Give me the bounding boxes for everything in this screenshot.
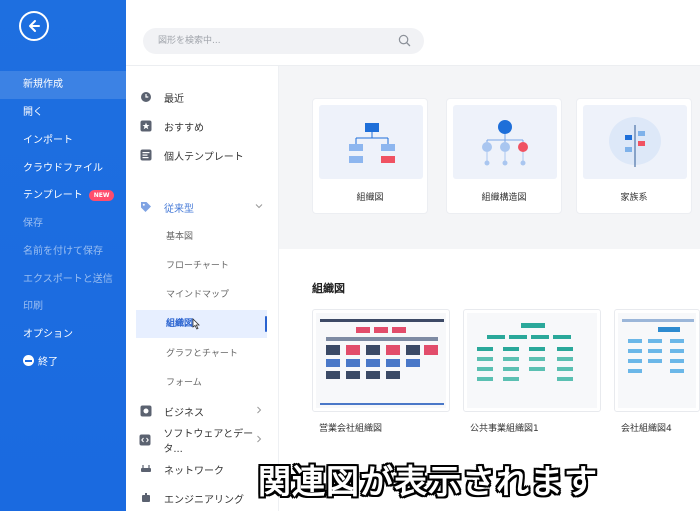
category-recommended[interactable]: おすすめ — [136, 113, 267, 139]
sidebar-item[interactable]: エクスポートと送信 — [0, 266, 126, 294]
sidebar-item-label: クラウドファイル — [23, 163, 103, 174]
category-label: おすすめ — [164, 122, 204, 134]
template-thumbnail — [618, 313, 696, 408]
template-card-sales[interactable] — [312, 309, 450, 412]
org-chart-thumbnail — [319, 105, 423, 179]
sidebar-item-label: オプション — [23, 329, 73, 340]
sidebar-item-label: 終了 — [38, 357, 58, 368]
left-sidebar: 新規作成開くインポートクラウドファイル テンプレート NEW 保存名前を付けて保存 エク… — [0, 0, 126, 511]
card-label: 家族系 — [620, 193, 648, 203]
sidebar-item-label: 保存 — [23, 218, 43, 229]
video-caption: 関連図が表示されます — [258, 462, 598, 501]
sidebar-item[interactable]: オプション — [0, 321, 126, 349]
clock-icon — [139, 91, 152, 104]
search-input[interactable] — [143, 28, 383, 54]
chevron-right-icon — [257, 435, 262, 443]
subcategory-item[interactable]: フォーム — [136, 369, 267, 397]
minus-circle-icon — [23, 355, 34, 366]
quick-card-org-structure[interactable]: 組織構造図 — [446, 98, 562, 214]
quick-start-area: 組織図 組織構造図 家族系 — [279, 66, 700, 248]
template-thumbnail — [467, 313, 597, 408]
chevron-right-icon — [257, 406, 262, 414]
sidebar-item[interactable]: 印刷 — [0, 293, 126, 321]
sidebar-item-label: テンプレート — [23, 190, 83, 201]
template-label: 営業会社組織図 — [319, 424, 383, 434]
subcategory-item[interactable]: グラフとチャート — [136, 340, 267, 368]
new-badge: NEW — [88, 189, 115, 201]
sidebar-item-label: インポート — [23, 135, 73, 146]
sidebar-item-label: 名前を付けて保存 — [23, 246, 103, 257]
category-label: 最近 — [164, 93, 184, 105]
template-thumbnail — [316, 313, 446, 408]
card-label: 組織図 — [356, 193, 384, 203]
mouse-cursor-icon — [192, 318, 200, 330]
subcategory-item[interactable]: マインドマップ — [136, 281, 267, 309]
top-bar — [126, 0, 700, 66]
sidebar-item-label: エクスポートと送信 — [23, 274, 113, 285]
sidebar-item[interactable]: 名前を付けて保存 — [0, 238, 126, 266]
search-box — [143, 28, 424, 54]
sidebar-item-label: 印刷 — [23, 301, 43, 312]
sidebar-item[interactable]: テンプレート NEW — [0, 182, 126, 210]
template-label: 会社組織図4 — [621, 424, 672, 434]
category-label: 従来型 — [164, 203, 194, 215]
sidebar-item[interactable]: クラウドファイル — [0, 155, 126, 183]
search-icon[interactable] — [398, 34, 411, 47]
sidebar-item[interactable]: インポート — [0, 127, 126, 155]
sidebar-item[interactable]: 終了 — [0, 349, 126, 377]
chevron-down-icon — [255, 204, 263, 209]
family-tree-thumbnail — [583, 105, 687, 179]
sidebar-item-label: 開く — [23, 107, 43, 118]
template-label: 公共事業組織図1 — [470, 424, 539, 434]
category-traditional[interactable]: 従来型 — [136, 194, 267, 220]
category-label: ネットワーク — [164, 465, 224, 477]
category-label: ビジネス — [164, 407, 204, 419]
sidebar-item[interactable]: 開く — [0, 99, 126, 127]
template-card-public-utility[interactable] — [463, 309, 601, 412]
quick-card-family-tree[interactable]: 家族系 — [576, 98, 692, 214]
org-structure-thumbnail — [453, 105, 557, 179]
network-icon — [139, 463, 152, 476]
category-panel: 最近 おすすめ 個人テンプレート 従来型 基本図 フローチャート マインドマップ 組織… — [126, 66, 279, 511]
category-label: エンジニアリング — [164, 494, 244, 506]
category-recent[interactable]: 最近 — [136, 84, 267, 110]
main-content: 組織図 組織構造図 家族系 組織図 営業会社組織図 公共事業組織図1 会社組織図… — [279, 66, 700, 511]
category-network[interactable]: ネットワーク — [136, 456, 267, 482]
sidebar-item-label: 新規作成 — [23, 79, 63, 90]
subcategory-item[interactable]: 基本図 — [136, 223, 267, 251]
category-personal-templates[interactable]: 個人テンプレート — [136, 142, 267, 168]
sidebar-item[interactable]: 新規作成 — [0, 71, 126, 99]
arrow-left-icon — [29, 20, 40, 32]
category-label: 個人テンプレート — [164, 151, 244, 163]
star-icon — [139, 120, 152, 133]
code-icon — [139, 434, 151, 447]
quick-card-org-chart[interactable]: 組織図 — [312, 98, 428, 214]
category-engineering[interactable]: エンジニアリング — [136, 485, 267, 511]
category-label: ソフトウェアとデータ... — [163, 429, 254, 455]
section-title: 組織図 — [312, 282, 345, 295]
category-software[interactable]: ソフトウェアとデータ... — [136, 427, 267, 455]
sidebar-item[interactable]: 保存 — [0, 210, 126, 238]
subcategory-item[interactable]: フローチャート — [136, 252, 267, 280]
engineering-icon — [139, 492, 152, 505]
back-button[interactable] — [19, 11, 49, 41]
business-icon — [139, 405, 152, 418]
card-label: 組織構造図 — [481, 193, 527, 203]
template-icon — [139, 149, 152, 162]
template-card-company[interactable] — [614, 309, 700, 412]
category-business[interactable]: ビジネス — [136, 398, 267, 424]
tag-icon — [139, 201, 152, 214]
